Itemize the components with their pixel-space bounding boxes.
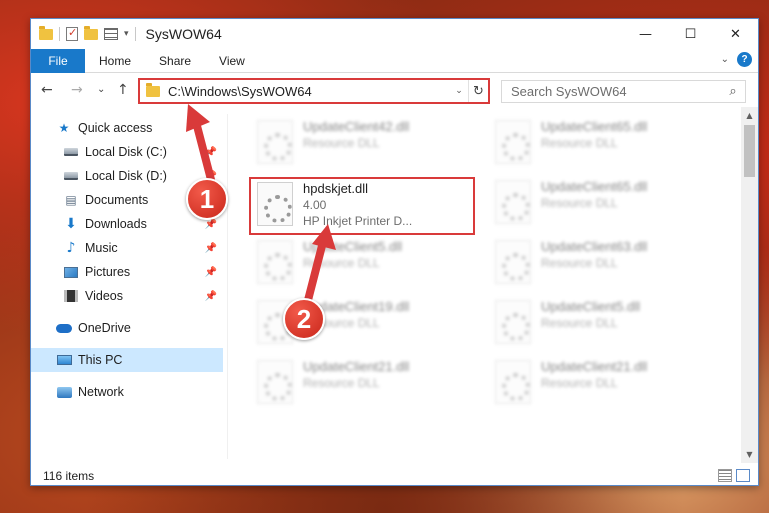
dll-file-icon xyxy=(257,120,293,164)
window-controls: — ☐ ✕ xyxy=(623,19,758,49)
sidebar-item-videos[interactable]: Videos 📌 xyxy=(31,284,223,308)
dll-file-icon xyxy=(257,240,293,284)
dll-file-icon xyxy=(495,180,531,224)
sidebar-item-pictures[interactable]: Pictures 📌 xyxy=(31,260,223,284)
pin-icon[interactable]: 📌 xyxy=(205,219,217,230)
recent-locations-button[interactable]: ⌄ xyxy=(97,84,105,95)
videos-icon xyxy=(63,289,79,303)
help-icon[interactable]: ? xyxy=(737,52,752,67)
item-count: 116 items xyxy=(43,469,95,483)
pin-icon[interactable]: 📌 xyxy=(205,243,217,254)
dll-file-icon xyxy=(495,240,531,284)
dll-file-icon xyxy=(495,360,531,404)
vertical-scrollbar[interactable]: ▲ ▼ xyxy=(741,107,758,463)
drive-icon xyxy=(63,145,79,159)
file-item[interactable]: UpdateClient65.dll Resource DLL xyxy=(489,117,717,167)
file-item[interactable]: UpdateClient21.dll Resource DLL xyxy=(251,357,479,407)
maximize-button[interactable]: ☐ xyxy=(668,19,713,49)
file-item[interactable]: UpdateClient65.dll Resource DLL xyxy=(489,177,717,227)
drive-icon xyxy=(63,169,79,183)
dll-file-icon xyxy=(495,120,531,164)
address-path[interactable]: C:\Windows\SysWOW64 xyxy=(168,84,450,99)
close-button[interactable]: ✕ xyxy=(713,19,758,49)
cloud-icon xyxy=(56,321,72,335)
highlight-box xyxy=(249,177,475,235)
folder-icon xyxy=(146,82,160,97)
file-item[interactable]: UpdateClient21.dll Resource DLL xyxy=(489,357,717,407)
dll-file-icon xyxy=(257,360,293,404)
scroll-thumb[interactable] xyxy=(744,125,755,177)
file-item[interactable]: UpdateClient5.dll Resource DLL xyxy=(489,297,717,347)
step-2-badge: 2 xyxy=(283,298,325,340)
tiles-view-icon[interactable] xyxy=(736,469,750,482)
step-1-badge: 1 xyxy=(186,178,228,220)
expand-ribbon-icon[interactable]: ⌄ xyxy=(721,54,729,65)
sidebar-item-network[interactable]: Network xyxy=(31,380,223,404)
view-options-icon[interactable] xyxy=(104,28,118,40)
file-item[interactable]: UpdateClient63.dll Resource DLL xyxy=(489,237,717,287)
ribbon-tabs: File Home Share View ⌄ ? xyxy=(31,49,758,73)
search-icon[interactable]: ⌕ xyxy=(721,84,745,99)
file-explorer-window: ▾ SysWOW64 — ☐ ✕ File Home Share View ⌄ … xyxy=(30,18,759,486)
properties-icon[interactable] xyxy=(66,26,78,41)
scroll-up-icon[interactable]: ▲ xyxy=(741,107,758,124)
minimize-button[interactable]: — xyxy=(623,19,668,49)
window-title: SysWOW64 xyxy=(145,26,222,42)
sidebar-item-music[interactable]: ♪ Music 📌 xyxy=(31,236,223,260)
pin-icon[interactable]: 📌 xyxy=(205,291,217,302)
tab-share[interactable]: Share xyxy=(145,49,205,73)
customize-toolbar-icon[interactable]: ▾ xyxy=(124,29,129,39)
back-button[interactable]: ← xyxy=(41,82,53,98)
music-icon: ♪ xyxy=(66,240,76,256)
download-icon: ⬇ xyxy=(65,216,77,232)
sidebar-item-onedrive[interactable]: OneDrive xyxy=(31,316,223,340)
quick-access-toolbar: ▾ xyxy=(31,25,136,41)
new-folder-icon[interactable] xyxy=(84,25,98,40)
address-history-icon[interactable]: ⌄ xyxy=(450,86,468,96)
refresh-icon[interactable]: ↻ xyxy=(468,80,488,102)
tab-file[interactable]: File xyxy=(31,49,85,73)
dll-file-icon xyxy=(495,300,531,344)
up-button[interactable]: ↑ xyxy=(117,82,129,98)
folder-icon xyxy=(39,25,53,40)
navigation-bar: ← → ⌄ ↑ C:\Windows\SysWOW64 ⌄ ↻ Search S… xyxy=(31,75,758,107)
scroll-down-icon[interactable]: ▼ xyxy=(741,446,758,463)
forward-button[interactable]: → xyxy=(71,82,83,98)
details-view-icon[interactable] xyxy=(718,469,732,482)
status-bar: 116 items xyxy=(31,465,758,487)
title-bar: ▾ SysWOW64 — ☐ ✕ xyxy=(31,19,758,49)
tab-home[interactable]: Home xyxy=(85,49,145,73)
pictures-icon xyxy=(63,265,79,279)
pin-icon[interactable]: 📌 xyxy=(205,267,217,278)
sidebar-item-this-pc[interactable]: This PC xyxy=(31,348,223,372)
network-icon xyxy=(56,385,72,399)
documents-icon: ▤ xyxy=(65,193,77,207)
search-input[interactable]: Search SysWOW64 xyxy=(502,84,721,99)
tab-view[interactable]: View xyxy=(205,49,259,73)
computer-icon xyxy=(56,353,72,367)
file-item[interactable]: UpdateClient42.dll Resource DLL xyxy=(251,117,479,167)
star-icon: ★ xyxy=(58,121,70,135)
search-box[interactable]: Search SysWOW64 ⌕ xyxy=(501,80,746,103)
file-item[interactable]: UpdateClient5.dll Resource DLL xyxy=(251,237,479,287)
